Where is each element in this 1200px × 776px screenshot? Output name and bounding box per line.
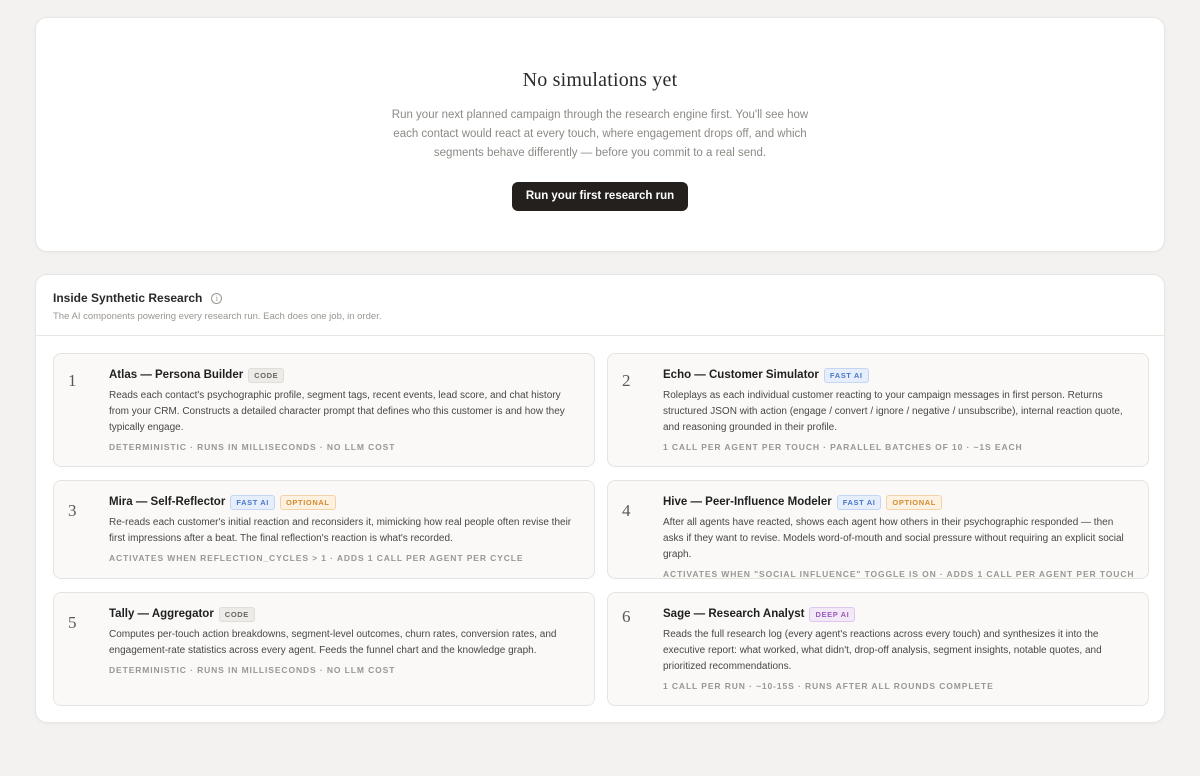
agent-number: 4: [622, 501, 631, 520]
agent-card-sage: 6 Sage — Research Analyst DEEP AI Reads …: [607, 592, 1149, 706]
agent-card-tally: 5 Tally — Aggregator CODE Computes per-t…: [53, 592, 595, 706]
badge-code: CODE: [218, 606, 255, 622]
agent-description: Roleplays as each individual customer re…: [663, 390, 1123, 433]
agent-name: Tally — Aggregator: [109, 608, 214, 620]
agent-meta: ACTIVATES WHEN REFLECTION_CYCLES > 1 · A…: [109, 553, 524, 563]
agent-number: 2: [622, 371, 631, 390]
agent-name: Mira — Self-Reflector: [109, 496, 226, 508]
info-icon[interactable]: i: [211, 292, 223, 304]
agent-description: After all agents have reacted, shows eac…: [663, 517, 1124, 560]
agent-meta: DETERMINISTIC · RUNS IN MILLISECONDS · N…: [109, 442, 396, 452]
agent-name: Hive — Peer-Influence Modeler: [663, 496, 832, 508]
section-header: Inside Synthetic Research i The AI compo…: [36, 275, 1164, 336]
badge-fast-ai: FAST AI: [823, 367, 869, 383]
agent-name: Sage — Research Analyst: [663, 608, 805, 620]
agent-meta: ACTIVATES WHEN "SOCIAL INFLUENCE" TOGGLE…: [663, 569, 1135, 579]
badge-fast-ai: FAST AI: [836, 494, 882, 510]
section-title: Inside Synthetic Research: [53, 291, 203, 305]
agent-number: 6: [622, 607, 631, 626]
agent-number: 1: [68, 371, 77, 390]
badge-code: CODE: [248, 367, 285, 383]
empty-state-title: No simulations yet: [522, 69, 678, 91]
agent-meta: 1 CALL PER RUN · ~10-15S · RUNS AFTER AL…: [663, 681, 994, 691]
agent-number: 5: [68, 613, 77, 632]
agent-name: Echo — Customer Simulator: [663, 369, 819, 381]
empty-state-card: No simulations yet Run your next planned…: [35, 17, 1165, 252]
badge-deep-ai: DEEP AI: [809, 606, 856, 622]
run-first-research-button[interactable]: Run your first research run: [511, 182, 689, 211]
inside-synthetic-research-card: Inside Synthetic Research i The AI compo…: [35, 274, 1165, 723]
agent-number: 3: [68, 501, 77, 520]
section-subtitle: The AI components powering every researc…: [53, 311, 382, 322]
agent-card-mira: 3 Mira — Self-Reflector FAST AI OPTIONAL…: [53, 480, 595, 579]
badge-optional: OPTIONAL: [886, 494, 942, 510]
agent-meta: 1 CALL PER AGENT PER TOUCH · PARALLEL BA…: [663, 442, 1023, 452]
badge-fast-ai: FAST AI: [230, 494, 275, 510]
agent-description: Computes per-touch action breakdowns, se…: [109, 629, 557, 656]
badge-optional: OPTIONAL: [280, 494, 336, 510]
agent-name: Atlas — Persona Builder: [109, 369, 244, 381]
agent-description: Reads the full research log (every agent…: [663, 629, 1102, 672]
agent-card-hive: 4 Hive — Peer-Influence Modeler FAST AI …: [607, 480, 1149, 579]
agent-meta: DETERMINISTIC · RUNS IN MILLISECONDS · N…: [109, 665, 396, 675]
empty-state-description: Run your next planned campaign through t…: [391, 109, 809, 159]
agent-description: Re-reads each customer's initial reactio…: [109, 517, 572, 544]
agent-card-atlas: 1 Atlas — Persona Builder CODE Reads eac…: [53, 353, 595, 467]
agent-card-echo: 2 Echo — Customer Simulator FAST AI Role…: [607, 353, 1149, 467]
agent-description: Reads each contact's psychographic profi…: [109, 390, 565, 433]
